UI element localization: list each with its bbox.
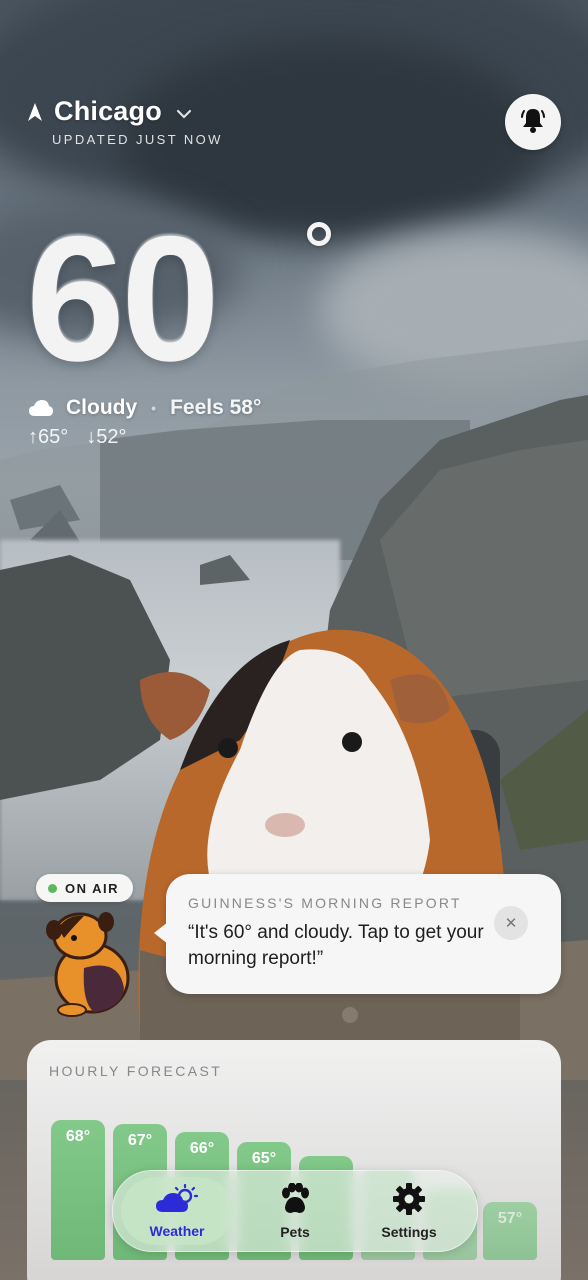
tab-weather-label: Weather — [149, 1222, 205, 1239]
condition-label: Cloudy — [66, 396, 138, 419]
close-report-button[interactable]: ✕ — [494, 906, 528, 940]
hourly-bar[interactable]: 57° — [483, 1202, 537, 1260]
paw-icon — [278, 1182, 312, 1218]
condition-row: Cloudy • Feels 58° — [28, 396, 261, 420]
chevron-down-icon — [176, 106, 192, 122]
weather-icon — [155, 1183, 199, 1217]
hourly-bar[interactable]: 68° — [51, 1120, 105, 1260]
morning-report-bubble[interactable]: GUINNESS'S MORNING REPORT “It's 60° and … — [154, 874, 561, 994]
weather-screen: Chicago UPDATED JUST NOW 60 Cloudy • Fee… — [0, 0, 588, 1280]
hourly-temp: 67° — [127, 1132, 153, 1149]
high-temp: 65° — [38, 426, 69, 448]
high-low-row: ↑65° ↓52° — [28, 426, 127, 449]
location-selector[interactable]: Chicago — [28, 96, 192, 127]
notifications-button[interactable] — [505, 94, 561, 150]
tab-pets[interactable]: Pets — [239, 1177, 351, 1245]
close-icon: ✕ — [504, 915, 518, 932]
hourly-temp: 57° — [497, 1210, 523, 1227]
current-temperature: 60 — [26, 199, 220, 398]
tab-pets-label: Pets — [280, 1223, 310, 1240]
hourly-temp: 68° — [65, 1128, 91, 1145]
hourly-temp: 65° — [251, 1150, 277, 1167]
high-temp-group: ↑65° — [28, 426, 68, 449]
low-temp-group: ↓52° — [86, 426, 126, 449]
on-air-badge: ON AIR — [36, 874, 134, 902]
tab-weather[interactable]: Weather — [121, 1177, 233, 1245]
gear-icon — [393, 1182, 425, 1218]
separator-dot: • — [151, 400, 157, 416]
cloud-icon — [28, 399, 54, 417]
degree-symbol — [307, 222, 331, 246]
bottom-tab-bar: Weather Pets Settings — [112, 1170, 478, 1252]
hourly-title: HOURLY FORECAST — [49, 1063, 223, 1079]
mascot-avatar[interactable] — [44, 908, 134, 1023]
low-temp: 52° — [96, 426, 127, 448]
updated-status: UPDATED JUST NOW — [52, 132, 223, 147]
tab-settings[interactable]: Settings — [353, 1177, 465, 1245]
hourly-temp: 66° — [189, 1140, 215, 1157]
report-title: GUINNESS'S MORNING REPORT — [188, 895, 462, 911]
live-dot-icon — [48, 883, 57, 893]
bell-icon — [521, 107, 545, 138]
arrow-down-icon: ↓ — [86, 426, 97, 448]
location-arrow-icon — [28, 102, 44, 121]
feels-like: Feels 58° — [170, 396, 262, 419]
on-air-label: ON AIR — [65, 880, 120, 896]
arrow-up-icon: ↑ — [28, 426, 38, 448]
city-name: Chicago — [54, 96, 162, 126]
tab-settings-label: Settings — [381, 1223, 437, 1240]
report-message: “It's 60° and cloudy. Tap to get your mo… — [188, 922, 484, 969]
